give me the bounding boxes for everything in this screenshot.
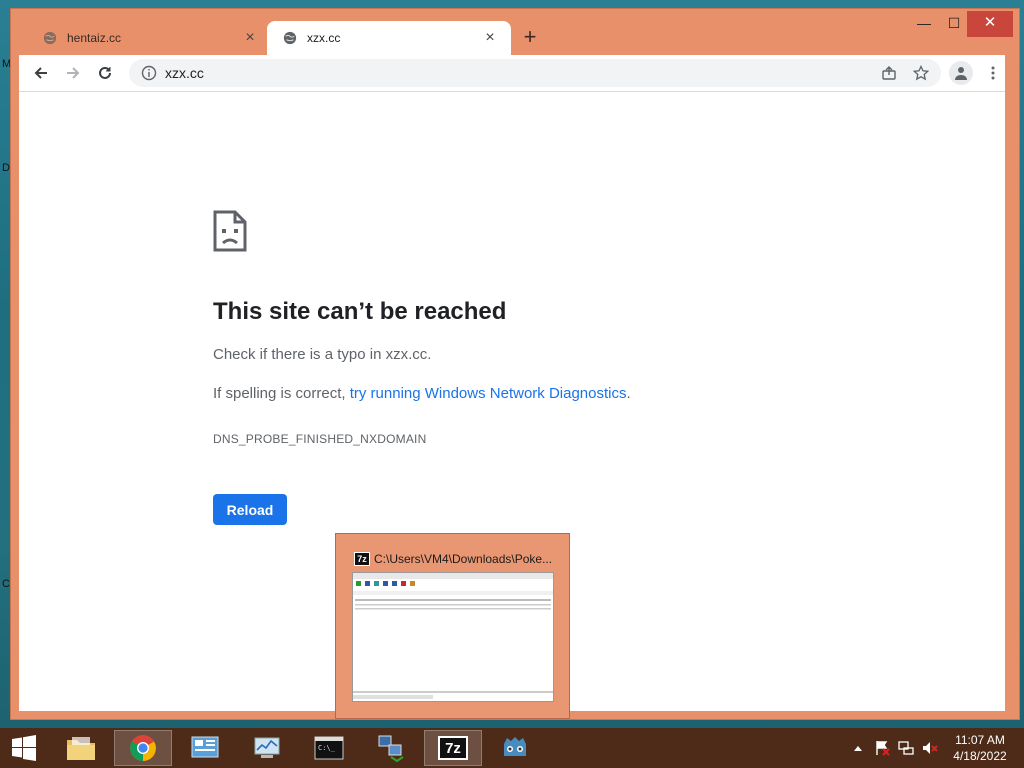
typo-message: Check if there is a typo in xzx.cc. (213, 346, 432, 363)
kebab-menu-icon (991, 66, 995, 80)
star-icon (913, 65, 929, 81)
7zip-icon: 7z (354, 552, 370, 566)
network-status-button[interactable] (896, 728, 916, 768)
sad-page-icon (213, 210, 247, 252)
speaker-muted-icon (923, 742, 938, 754)
close-tab-icon[interactable]: × (241, 30, 259, 46)
svg-text:C:\_: C:\_ (318, 744, 336, 752)
desktop-letter: D (2, 162, 10, 174)
control-panel-icon (191, 736, 219, 758)
tab-strip: hentaiz.cc × xzx.cc × + — ☐ ✕ (11, 9, 1019, 55)
new-tab-button[interactable]: + (517, 25, 543, 51)
spelling-suffix: . (626, 385, 631, 402)
folder-icon (67, 737, 95, 760)
taskbar-7zip[interactable]: 7z (424, 730, 482, 766)
performance-monitor-icon (254, 737, 280, 758)
error-code: DNS_PROBE_FINISHED_NXDOMAIN (213, 432, 427, 446)
taskbar-control-panel[interactable] (176, 730, 234, 766)
7zip-taskbar-icon: 7z (438, 736, 468, 760)
forward-button[interactable] (57, 57, 89, 89)
flag-alert-icon (876, 741, 890, 756)
taskbar-clock[interactable]: 11:07 AM 4/18/2022 (942, 732, 1018, 764)
person-icon (955, 67, 967, 80)
back-arrow-icon (34, 67, 47, 79)
info-icon[interactable] (141, 65, 157, 81)
taskbar-thumbnail-preview[interactable]: 7z C:\Users\VM4\Downloads\Poke... (335, 533, 570, 719)
close-window-button[interactable]: ✕ (967, 11, 1013, 37)
reload-page-button[interactable]: Reload (213, 494, 287, 525)
globe-icon (43, 31, 57, 45)
maximize-button[interactable]: ☐ (939, 11, 969, 37)
taskbar-chrome[interactable] (114, 730, 172, 766)
chevron-up-icon (854, 746, 862, 751)
share-button[interactable] (877, 61, 901, 85)
address-bar[interactable]: xzx.cc (129, 59, 941, 87)
volume-button[interactable] (920, 728, 940, 768)
7zip-window-thumbnail (353, 573, 553, 699)
preview-thumbnail (352, 572, 554, 702)
windows-logo-icon (12, 735, 36, 761)
desktop-letter: C (2, 578, 10, 590)
network-computers-icon (378, 735, 404, 763)
spelling-message: If spelling is correct, try running Wind… (213, 385, 631, 402)
error-title: This site can’t be reached (213, 298, 507, 325)
bookmark-button[interactable] (909, 61, 933, 85)
browser-toolbar: xzx.cc (19, 55, 1005, 91)
terminal-icon: C:\_ (314, 736, 344, 760)
clock-date: 4/18/2022 (953, 749, 1007, 763)
chrome-icon (130, 735, 156, 762)
profile-button[interactable] (949, 61, 973, 85)
preview-window-title: C:\Users\VM4\Downloads\Poke... (374, 552, 553, 566)
back-button[interactable] (25, 57, 57, 89)
spelling-prefix: If spelling is correct, (213, 385, 350, 402)
taskbar-command-prompt[interactable]: C:\_ (300, 730, 358, 766)
taskbar-file-explorer[interactable] (52, 730, 110, 766)
action-center-button[interactable] (872, 728, 892, 768)
menu-button[interactable] (981, 61, 1005, 85)
taskbar: C:\_ 7z 11:07 AM 4/18/2022 (0, 728, 1024, 768)
refresh-icon (99, 66, 111, 79)
reload-button[interactable] (89, 57, 121, 89)
network-icon (898, 741, 914, 755)
tab-hentaiz[interactable]: hentaiz.cc × (27, 21, 271, 55)
share-icon (882, 66, 896, 80)
clock-time: 11:07 AM (955, 733, 1005, 747)
start-button[interactable] (0, 728, 48, 768)
taskbar-network-tool[interactable] (362, 730, 420, 766)
minimize-button[interactable]: — (909, 11, 939, 37)
forward-arrow-icon (67, 67, 80, 79)
show-hidden-icons-button[interactable] (848, 728, 868, 768)
tab-title: hentaiz.cc (67, 31, 122, 45)
taskbar-godot[interactable] (486, 730, 544, 766)
preview-title: 7z C:\Users\VM4\Downloads\Poke... (354, 552, 552, 566)
taskbar-performance-monitor[interactable] (238, 730, 296, 766)
address-text: xzx.cc (165, 65, 204, 81)
close-tab-icon[interactable]: × (481, 30, 499, 46)
network-diagnostics-link[interactable]: try running Windows Network Diagnostics (350, 385, 627, 402)
tab-title: xzx.cc (307, 31, 341, 45)
godot-icon (504, 737, 526, 756)
globe-icon (283, 31, 297, 45)
tab-xzx[interactable]: xzx.cc × (267, 21, 511, 55)
